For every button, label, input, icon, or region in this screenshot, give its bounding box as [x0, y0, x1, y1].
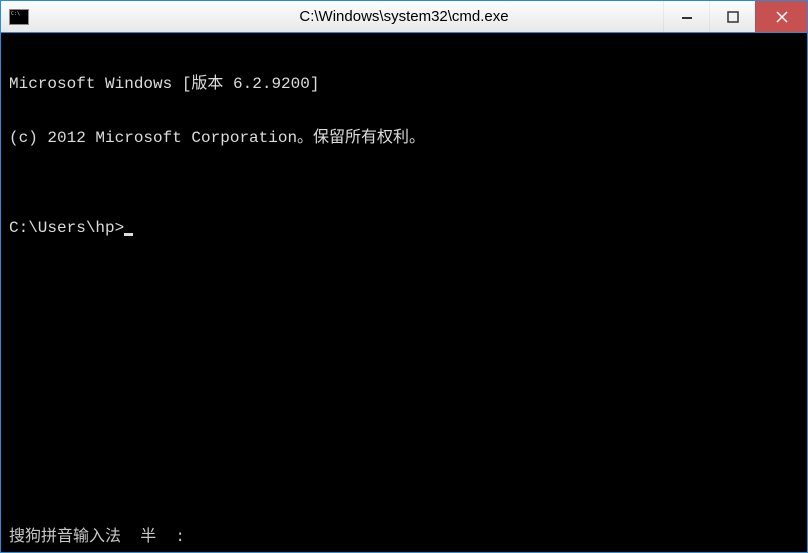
terminal-line: Microsoft Windows [版本 6.2.9200]	[9, 75, 799, 93]
terminal-area[interactable]: Microsoft Windows [版本 6.2.9200] (c) 2012…	[1, 33, 807, 552]
maximize-icon	[727, 11, 739, 23]
maximize-button[interactable]	[709, 1, 755, 32]
minimize-icon	[681, 11, 693, 23]
close-icon	[776, 11, 788, 23]
terminal-content: Microsoft Windows [版本 6.2.9200] (c) 2012…	[9, 39, 799, 528]
cursor	[124, 233, 133, 236]
prompt-line: C:\Users\hp>	[9, 219, 799, 237]
prompt-text: C:\Users\hp>	[9, 219, 124, 237]
terminal-line: (c) 2012 Microsoft Corporation。保留所有权利。	[9, 129, 799, 147]
window-controls	[663, 1, 807, 32]
cmd-window: C:\Windows\system32\cmd.exe Micr	[0, 0, 808, 553]
ime-status-bar: 搜狗拼音输入法 半 :	[9, 528, 799, 548]
minimize-button[interactable]	[663, 1, 709, 32]
window-title: C:\Windows\system32\cmd.exe	[299, 8, 508, 25]
close-button[interactable]	[755, 1, 807, 32]
app-icon[interactable]	[9, 9, 29, 25]
titlebar[interactable]: C:\Windows\system32\cmd.exe	[1, 1, 807, 33]
